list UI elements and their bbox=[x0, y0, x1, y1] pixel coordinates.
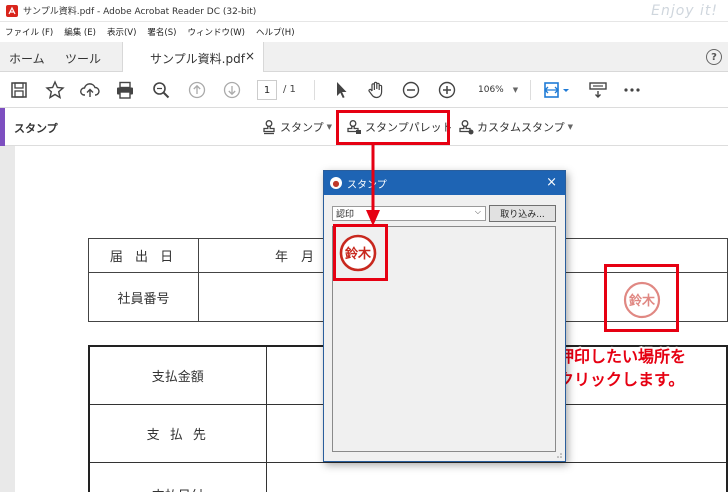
title-bar: サンプル資料.pdf - Adobe Acrobat Reader DC (32… bbox=[0, 0, 728, 22]
tool-accent-bar bbox=[0, 108, 5, 146]
highlight-placed-stamp bbox=[604, 264, 679, 332]
menu-view[interactable]: 表示(V) bbox=[107, 26, 136, 38]
search-icon[interactable] bbox=[150, 79, 172, 101]
menu-bar: ファイル (F) 編集 (E) 表示(V) 署名(S) ウィンドウ(W) ヘルプ… bbox=[0, 22, 728, 42]
toolbar-separator bbox=[314, 80, 315, 100]
stamp-palette-dialog: ● スタンプ × 認印 ⌵ 取り込み... 鈴木 bbox=[323, 170, 566, 462]
payment-date-cell bbox=[265, 461, 728, 492]
toolbar-separator bbox=[530, 80, 531, 100]
callout-line-2: クリックします。 bbox=[558, 370, 685, 389]
watermark: Enjoy it! bbox=[651, 3, 718, 19]
payee-label: 支 払 先 bbox=[88, 403, 267, 463]
close-tab-icon[interactable]: × bbox=[245, 49, 255, 63]
zoom-select[interactable]: 106% ▼ bbox=[472, 80, 524, 100]
save-icon[interactable] bbox=[8, 79, 30, 101]
tab-home[interactable]: ホーム bbox=[9, 50, 45, 67]
menu-sign[interactable]: 署名(S) bbox=[147, 26, 176, 38]
stamp-tool-name: スタンプ bbox=[14, 122, 58, 135]
chevron-down-icon: ▼ bbox=[567, 123, 574, 131]
upload-cloud-icon[interactable] bbox=[79, 79, 101, 101]
tab-document-label: サンプル資料.pdf bbox=[150, 52, 245, 66]
menu-help[interactable]: ヘルプ(H) bbox=[256, 26, 295, 38]
stamp-button[interactable]: スタンプ ▼ bbox=[261, 117, 332, 137]
dialog-title-bar[interactable]: ● スタンプ × bbox=[324, 171, 565, 195]
highlight-palette-stamp bbox=[333, 224, 388, 281]
date-label: 届 出 日 bbox=[88, 238, 199, 273]
hand-tool-icon[interactable] bbox=[365, 79, 387, 101]
acrobat-icon bbox=[6, 4, 18, 17]
more-icon[interactable] bbox=[621, 79, 643, 101]
prev-page-icon[interactable] bbox=[186, 79, 208, 101]
zoom-value: 106% bbox=[478, 85, 504, 95]
tab-document[interactable]: サンプル資料.pdf × bbox=[122, 42, 264, 72]
menu-window[interactable]: ウィンドウ(W) bbox=[187, 26, 245, 38]
import-button[interactable]: 取り込み... bbox=[489, 205, 556, 222]
select-cursor-icon[interactable] bbox=[330, 79, 352, 101]
help-icon[interactable]: ? bbox=[706, 49, 722, 65]
read-mode-icon[interactable] bbox=[587, 79, 609, 101]
star-icon[interactable] bbox=[44, 79, 66, 101]
instruction-callout: 押印したい場所を クリックします。 bbox=[558, 345, 686, 391]
menu-file[interactable]: ファイル (F) bbox=[5, 26, 53, 38]
page-total: / 1 bbox=[283, 84, 296, 95]
payment-amount-label: 支払金額 bbox=[88, 345, 267, 405]
fit-page-icon[interactable] bbox=[542, 79, 574, 101]
window-title: サンプル資料.pdf - Adobe Acrobat Reader DC (32… bbox=[23, 7, 257, 17]
custom-stamp-button[interactable]: カスタムスタンプ ▼ bbox=[458, 117, 573, 137]
stamp-dialog-icon: ● bbox=[330, 177, 342, 189]
payment-date-label: 支払日付 bbox=[88, 461, 267, 492]
stamp-category-value: 認印 bbox=[336, 210, 355, 220]
next-page-icon[interactable] bbox=[221, 79, 243, 101]
stamp-button-label: スタンプ bbox=[280, 121, 324, 134]
highlight-palette-button bbox=[336, 110, 450, 145]
chevron-down-icon: ▼ bbox=[326, 123, 333, 131]
custom-stamp-label: カスタムスタンプ bbox=[477, 121, 565, 134]
print-icon[interactable] bbox=[114, 79, 136, 101]
chevron-down-icon: ▼ bbox=[512, 86, 519, 94]
close-icon[interactable]: × bbox=[546, 175, 557, 190]
tab-bar: ホーム ツール サンプル資料.pdf × ? bbox=[0, 42, 728, 72]
employee-number-label: 社員番号 bbox=[88, 272, 199, 322]
page-number-input[interactable]: 1 bbox=[257, 80, 277, 100]
zoom-in-icon[interactable] bbox=[436, 79, 458, 101]
stamp-icon bbox=[263, 120, 275, 135]
main-toolbar: 1 / 1 106% ▼ bbox=[0, 72, 728, 108]
callout-line-1: 押印したい場所を bbox=[558, 347, 687, 366]
resize-grip-icon[interactable] bbox=[555, 451, 563, 459]
custom-stamp-icon bbox=[459, 120, 474, 135]
menu-edit[interactable]: 編集 (E) bbox=[64, 26, 96, 38]
zoom-out-icon[interactable] bbox=[400, 79, 422, 101]
tab-tools[interactable]: ツール bbox=[65, 50, 101, 67]
stamp-category-select[interactable]: 認印 ⌵ bbox=[332, 206, 486, 221]
chevron-down-icon: ⌵ bbox=[474, 207, 481, 216]
arrow-down-icon bbox=[366, 144, 380, 226]
